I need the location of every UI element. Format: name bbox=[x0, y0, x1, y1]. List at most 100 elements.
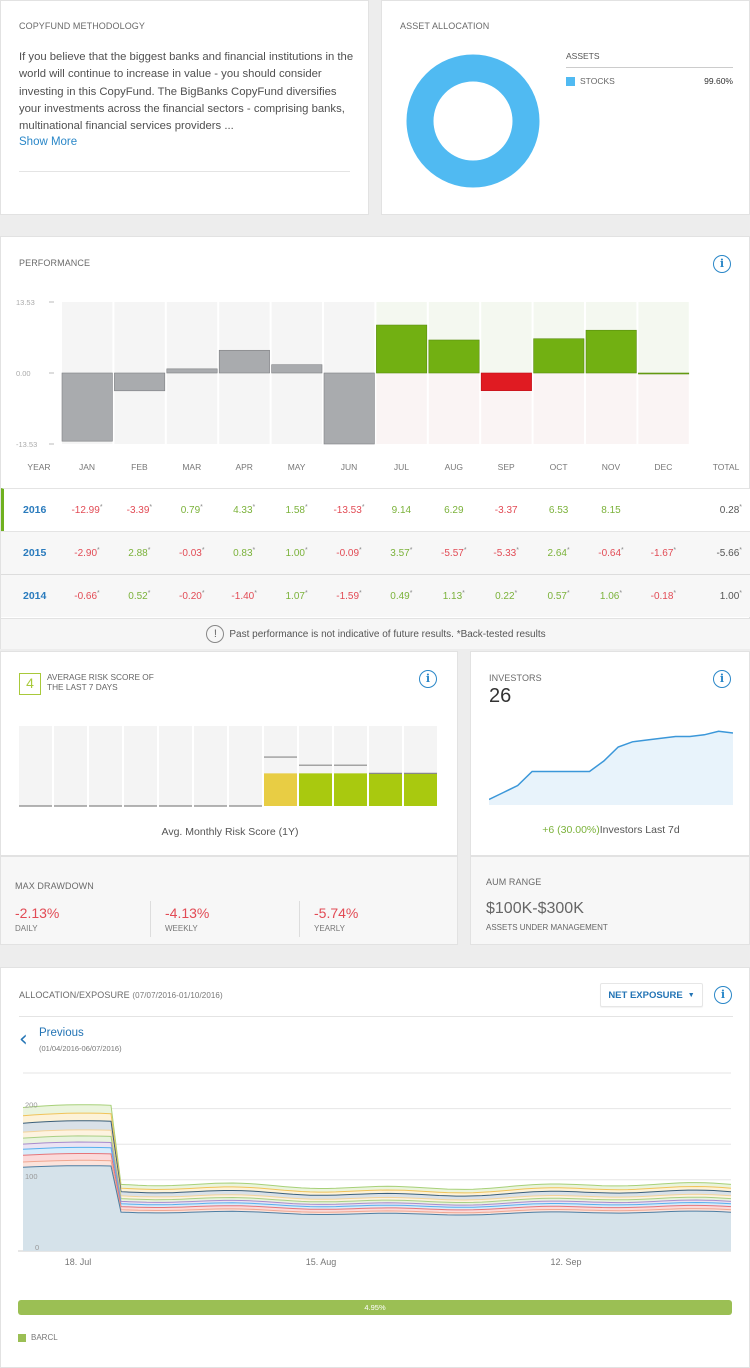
performance-cell: -2.90* bbox=[74, 547, 100, 559]
bar-bg-negative bbox=[219, 373, 270, 444]
month-header-aug: AUG bbox=[444, 462, 463, 472]
performance-cell: -1.40* bbox=[231, 590, 257, 602]
risk-bar[interactable] bbox=[264, 773, 297, 806]
y-tick-label: 0 bbox=[35, 1243, 39, 1252]
allocation-title: ALLOCATION/EXPOSURE (07/07/2016-01/10/20… bbox=[19, 990, 223, 1000]
perf-bar-mar[interactable] bbox=[166, 368, 218, 374]
performance-total: -5.66* bbox=[716, 547, 742, 559]
performance-cell: -0.64* bbox=[598, 547, 624, 559]
investors-chart bbox=[489, 730, 733, 805]
allocation-area-chart: 0 100 200 18. Jul 15. Aug 12. Sep bbox=[18, 1072, 732, 1267]
year-label: 2016 bbox=[23, 504, 47, 516]
year-label: 2014 bbox=[23, 590, 47, 602]
performance-row-2015[interactable]: 2015 -2.90* 2.88* -0.03* 0.83* 1.00* -0.09* 3.5… bbox=[1, 531, 750, 574]
investors-change-value: +6 (30.00%) bbox=[542, 824, 600, 836]
y-tick-label: 200 bbox=[25, 1101, 38, 1110]
perf-bar-sep[interactable] bbox=[480, 372, 532, 391]
investors-count: 26 bbox=[489, 685, 512, 707]
performance-cell: -0.09* bbox=[336, 547, 362, 559]
performance-cell: 1.00* bbox=[285, 547, 308, 559]
risk-bar-bg bbox=[159, 726, 192, 806]
bar-bg-positive bbox=[114, 302, 165, 373]
performance-cell: -13.53* bbox=[333, 504, 365, 516]
risk-bar-bg bbox=[19, 726, 52, 806]
perf-bar-oct[interactable] bbox=[533, 338, 585, 374]
month-header-jun: JUN bbox=[340, 462, 358, 472]
bar-bg-positive bbox=[62, 302, 113, 373]
risk-bar-bg bbox=[89, 726, 122, 806]
asset-allocation-card: ASSET ALLOCATION ASSETS STOCKS 99.60% bbox=[381, 0, 750, 215]
aum-value: $100K-$300K bbox=[486, 900, 584, 917]
perf-bar-jul[interactable] bbox=[376, 324, 428, 374]
performance-row-2016[interactable]: 2016 -12.99* -3.39* 0.79* 4.33* 1.58* -13.53* 9… bbox=[1, 488, 750, 531]
performance-cell: -3.39* bbox=[126, 504, 153, 516]
y-tick-label: 0.00 bbox=[16, 369, 31, 378]
divider bbox=[19, 171, 350, 172]
perf-bar-jan[interactable] bbox=[61, 372, 113, 442]
info-icon[interactable]: i bbox=[714, 986, 732, 1004]
total-header: TOTAL bbox=[712, 462, 740, 472]
x-tick-label: 15. Aug bbox=[306, 1257, 337, 1267]
risk-bar-bg bbox=[124, 726, 157, 806]
month-header-sep: SEP bbox=[497, 462, 515, 472]
perf-bar-jun[interactable] bbox=[323, 372, 375, 445]
allocation-progress-bar: 4.95% bbox=[18, 1300, 732, 1315]
month-header-may: MAY bbox=[287, 462, 306, 472]
risk-bar[interactable] bbox=[369, 773, 402, 806]
show-more-link[interactable]: Show More bbox=[19, 136, 77, 148]
drawdown-value: -4.13% bbox=[165, 905, 210, 921]
info-icon[interactable]: i bbox=[713, 670, 731, 688]
performance-cell: 6.53 bbox=[548, 504, 569, 516]
bar-bg-negative bbox=[271, 373, 322, 444]
performance-card: PERFORMANCE i 13.53 0.00 -13.53 YEAR JAN FE… bbox=[0, 236, 750, 649]
year-label: 2015 bbox=[23, 547, 47, 559]
allocation-exposure-card: ALLOCATION/EXPOSURE (07/07/2016-01/10/20… bbox=[0, 967, 750, 1368]
disclaimer-text: Past performance is not indicative of fu… bbox=[229, 628, 546, 640]
perf-bar-aug[interactable] bbox=[428, 339, 480, 374]
performance-cell: -0.18* bbox=[650, 590, 677, 602]
performance-cell: 1.07* bbox=[285, 590, 308, 602]
perf-bar-dec[interactable] bbox=[638, 372, 690, 375]
drawdown-yearly: -5.74% YEARLY bbox=[314, 901, 358, 937]
risk-bar[interactable] bbox=[334, 773, 367, 806]
risk-bar[interactable] bbox=[299, 773, 332, 806]
month-header-apr: APR bbox=[235, 462, 253, 472]
bar-bg-negative bbox=[586, 373, 637, 444]
perf-bar-nov[interactable] bbox=[585, 329, 637, 374]
performance-chart: 13.53 0.00 -13.53 bbox=[16, 298, 690, 449]
net-exposure-dropdown[interactable]: NET EXPOSURE ▼ bbox=[600, 983, 703, 1007]
allocation-title-text: ALLOCATION/EXPOSURE bbox=[19, 990, 130, 1000]
performance-cell: 2.64* bbox=[547, 547, 570, 559]
perf-bar-may[interactable] bbox=[271, 364, 323, 374]
risk-bar-bg bbox=[229, 726, 262, 806]
risk-bar-bg bbox=[54, 726, 87, 806]
performance-cell: 8.15 bbox=[601, 504, 621, 516]
perf-bar-apr[interactable] bbox=[218, 349, 270, 374]
performance-cell: 9.14 bbox=[391, 504, 412, 516]
performance-title: PERFORMANCE bbox=[19, 258, 91, 268]
bar-bg-positive bbox=[271, 302, 322, 373]
month-header-jul: JUL bbox=[393, 462, 409, 472]
perf-bar-feb[interactable] bbox=[114, 372, 166, 392]
bar-bg-negative bbox=[533, 373, 584, 444]
disclaimer-note: ! Past performance is not indicative of … bbox=[1, 618, 750, 649]
legend-swatch bbox=[18, 1333, 26, 1342]
performance-cell: 0.79* bbox=[180, 504, 203, 516]
info-icon[interactable]: i bbox=[713, 255, 731, 273]
asset-row: STOCKS 99.60% bbox=[566, 76, 733, 86]
divider bbox=[19, 1016, 733, 1017]
performance-cell: 1.58* bbox=[285, 504, 308, 516]
performance-cell: -3.37 bbox=[494, 504, 518, 516]
bar-bg-positive bbox=[638, 302, 689, 373]
bar-bg-positive bbox=[166, 302, 218, 373]
performance-cell: 4.33* bbox=[233, 504, 256, 516]
donut-slice-stocks bbox=[406, 54, 540, 188]
performance-row-2014[interactable]: 2014 -0.66* 0.52* -0.20* -1.40* 1.07* -1.59* 0.… bbox=[1, 574, 750, 617]
investors-card: INVESTORS 26 i +6 (30.00%)Investors Last… bbox=[470, 651, 750, 856]
info-icon[interactable]: i bbox=[419, 670, 437, 688]
bar-bg-negative bbox=[166, 373, 218, 444]
assets-header: ASSETS bbox=[566, 51, 733, 68]
bar-bg-negative bbox=[428, 373, 480, 444]
risk-bar[interactable] bbox=[404, 773, 437, 806]
performance-total: 0.28* bbox=[719, 504, 742, 516]
